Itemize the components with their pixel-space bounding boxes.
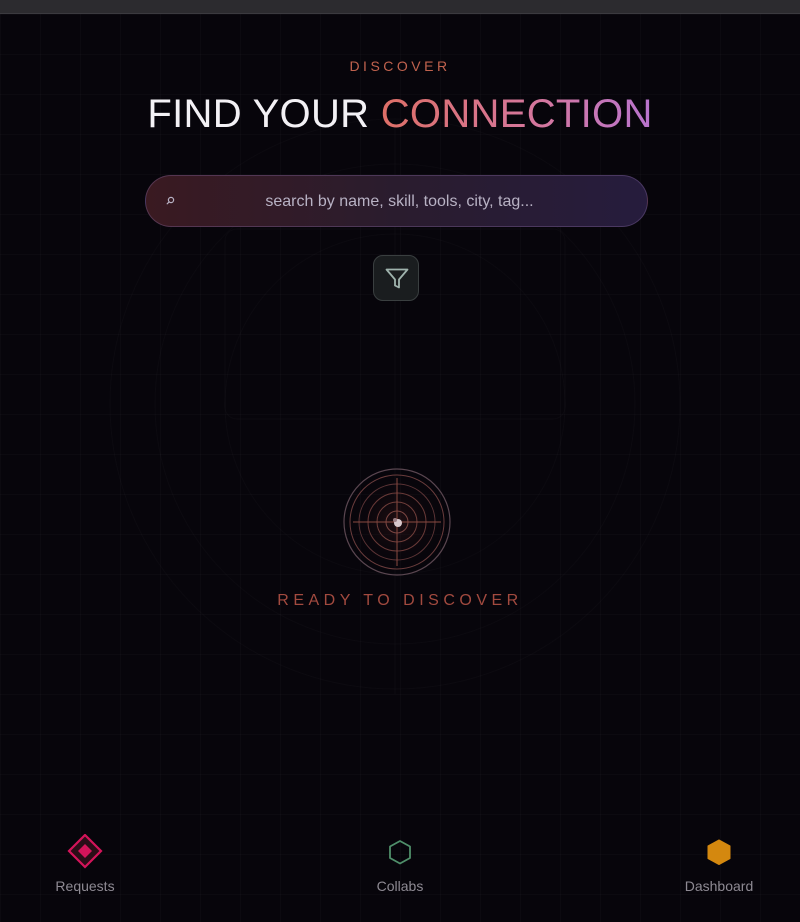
section-eyebrow: DISCOVER xyxy=(349,58,451,74)
filter-icon xyxy=(385,268,409,289)
window-top-bar xyxy=(0,0,800,14)
discover-page: DISCOVER FIND YOUR CONNECTION READY xyxy=(0,0,800,922)
hexagon-outline-icon xyxy=(389,840,411,865)
diamond-icon xyxy=(67,834,103,869)
nav-dashboard[interactable]: Dashboard xyxy=(649,834,789,904)
nav-collabs[interactable]: Collabs xyxy=(330,834,470,904)
empty-state-label: READY TO DISCOVER xyxy=(277,592,523,609)
page-title-accent: CONNECTION xyxy=(380,92,653,136)
nav-requests-label: Requests xyxy=(55,878,115,894)
search-bar[interactable] xyxy=(145,175,648,228)
search-icon xyxy=(166,196,175,205)
nav-dashboard-label: Dashboard xyxy=(684,878,754,894)
nav-requests[interactable]: Requests xyxy=(15,834,155,904)
hexagon-filled-icon xyxy=(707,839,731,865)
page-title-plain: FIND YOUR xyxy=(147,92,381,136)
search-input[interactable] xyxy=(186,176,613,228)
filter-button[interactable] xyxy=(373,255,419,301)
page-title: FIND YOUR CONNECTION xyxy=(0,92,800,137)
radar-icon xyxy=(343,468,451,576)
nav-collabs-label: Collabs xyxy=(376,878,424,894)
